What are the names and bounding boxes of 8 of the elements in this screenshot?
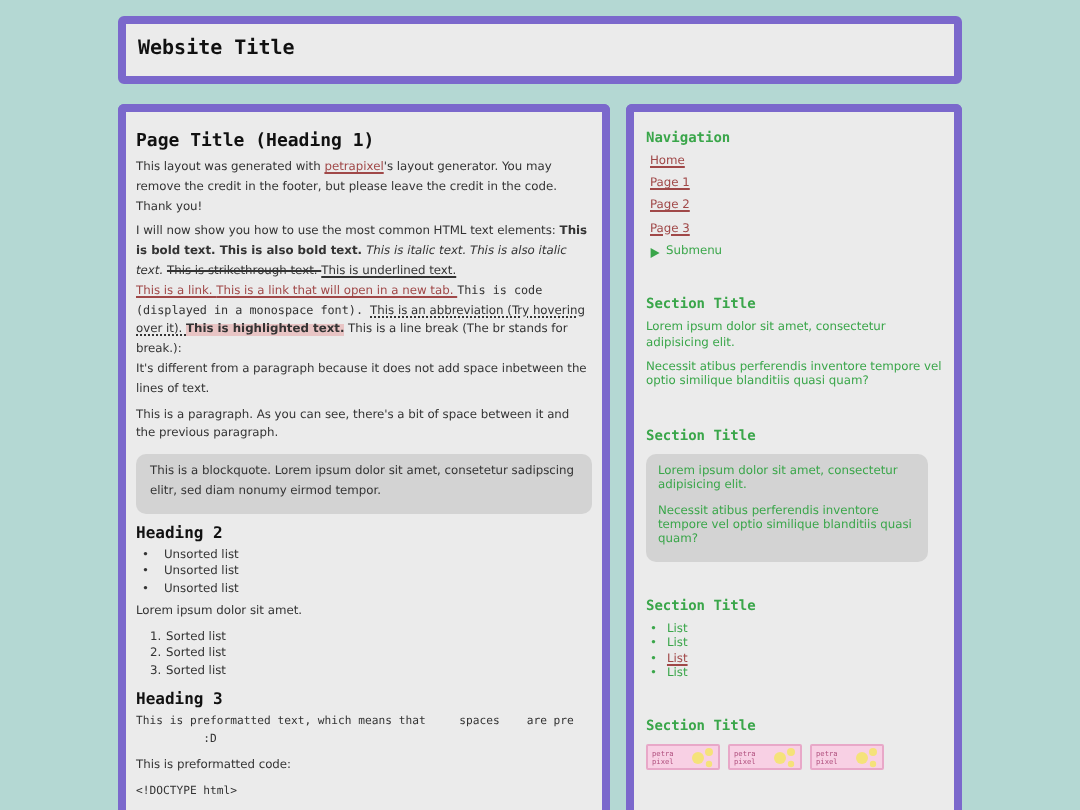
website-title: Website Title bbox=[118, 16, 962, 84]
stars-icon bbox=[690, 746, 714, 769]
section-heading: Heading 3 bbox=[136, 687, 225, 710]
section-heading: Heading 2 bbox=[136, 521, 225, 544]
stars-icon bbox=[772, 746, 796, 769]
page-heading: Page Title (Heading 1) bbox=[136, 130, 377, 154]
stars-icon bbox=[854, 746, 878, 769]
caret-right-icon[interactable] bbox=[650, 247, 660, 258]
